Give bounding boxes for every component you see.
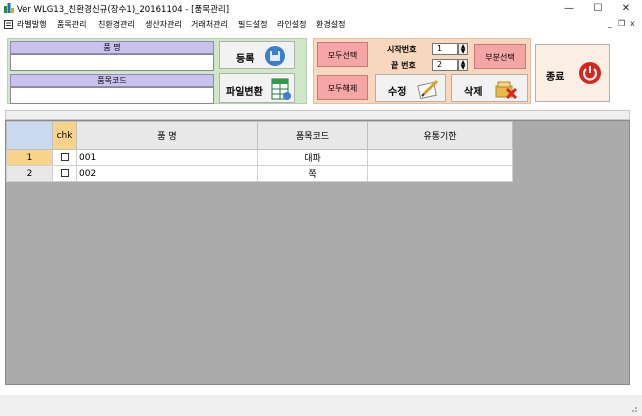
minimize-button[interactable]: — [555, 0, 583, 17]
edit-button[interactable]: 수정 [375, 74, 446, 102]
row-checkbox[interactable] [60, 169, 69, 177]
menu-item-producer[interactable]: 생산자관리 [145, 19, 182, 30]
row-number[interactable]: 2 [6, 165, 53, 182]
row-number[interactable]: 1 [6, 149, 53, 166]
product-code-label: 품목코드 [10, 74, 214, 87]
column-header-chk[interactable]: chk [52, 121, 77, 150]
row-code-cell[interactable]: 쪽 [257, 165, 368, 182]
app-icon [4, 3, 14, 13]
grid-corner[interactable] [6, 121, 53, 150]
window-title: Ver WLG13_친환경신규(장수1)_20161104 - [품목관리] [17, 5, 230, 15]
product-name-input[interactable] [10, 54, 214, 71]
product-code-input[interactable] [10, 87, 214, 104]
row-name-cell[interactable]: 001 [76, 149, 258, 166]
close-button[interactable]: ✕ [612, 0, 640, 17]
row-checkbox-cell[interactable] [52, 149, 77, 166]
edit-document-icon [417, 79, 439, 100]
menu-bar: 라벨발행 품목관리 친환경관리 생산자관리 거래처관리 필드설정 라인설정 환경… [0, 17, 642, 33]
start-number-input[interactable]: 1 [432, 43, 458, 55]
product-table: chk 품 명 품목코드 유통기한 1 001 대파 2 002 쪽 [6, 121, 513, 182]
row-name-cell[interactable]: 002 [76, 165, 258, 182]
separator-bar [5, 110, 630, 120]
menu-item-client[interactable]: 거래처관리 [191, 19, 228, 30]
exit-button[interactable]: 종료 [535, 44, 610, 102]
deselect-all-button[interactable]: 모두해제 [317, 75, 368, 100]
delete-button[interactable]: 삭제 [451, 74, 528, 102]
product-grid: chk 품 명 품목코드 유통기한 1 001 대파 2 002 쪽 [5, 120, 630, 385]
menu-item-field[interactable]: 필드설정 [238, 19, 267, 30]
table-row[interactable]: 2 002 쪽 [6, 165, 513, 182]
column-header-code[interactable]: 품목코드 [257, 121, 368, 150]
menu-item-label-print[interactable]: 라벨발행 [17, 19, 46, 30]
resize-grip-icon[interactable] [628, 403, 638, 413]
register-button[interactable]: 등록 [219, 41, 295, 69]
table-row[interactable]: 1 001 대파 [6, 149, 513, 166]
start-number-label: 시작번호 [387, 45, 417, 54]
file-convert-button[interactable]: 파일변환 [219, 73, 295, 103]
title-bar: Ver WLG13_친환경신규(장수1)_20161104 - [품목관리] —… [0, 0, 642, 17]
start-number-spinner[interactable]: ▲ ▼ [458, 43, 468, 55]
power-icon [579, 62, 601, 84]
column-header-name[interactable]: 품 명 [76, 121, 258, 150]
menu-item-eco[interactable]: 친환경관리 [98, 19, 135, 30]
document-icon [4, 20, 13, 29]
disk-icon [265, 46, 285, 66]
file-convert-button-label: 파일변환 [226, 87, 263, 98]
end-number-label: 끝 번호 [391, 61, 416, 70]
edit-button-label: 수정 [388, 87, 407, 98]
partial-select-button[interactable]: 부분선택 [474, 44, 526, 69]
status-bar [0, 395, 642, 416]
row-code-cell[interactable]: 대파 [257, 149, 368, 166]
row-checkbox[interactable] [60, 153, 69, 161]
maximize-button[interactable]: ☐ [584, 0, 612, 17]
column-header-expiry[interactable]: 유통기한 [367, 121, 513, 150]
end-number-spinner[interactable]: ▲ ▼ [458, 59, 468, 71]
end-number-input[interactable]: 2 [432, 59, 458, 71]
row-checkbox-cell[interactable] [52, 165, 77, 182]
row-expiry-cell[interactable] [367, 149, 513, 166]
menu-item-product[interactable]: 품목관리 [57, 19, 86, 30]
mdi-restore-button[interactable]: ❐ [618, 19, 625, 28]
row-expiry-cell[interactable] [367, 165, 513, 182]
exit-button-label: 종료 [546, 72, 565, 83]
delete-x-icon [495, 81, 518, 100]
menu-item-env[interactable]: 환경설정 [316, 19, 345, 30]
register-button-label: 등록 [236, 54, 255, 65]
mdi-minimize-button[interactable]: _ [608, 19, 612, 28]
delete-button-label: 삭제 [464, 87, 483, 98]
product-name-label: 품 명 [10, 41, 214, 54]
spreadsheet-icon [271, 78, 291, 100]
mdi-close-button[interactable]: x [630, 19, 635, 28]
select-all-button[interactable]: 모두선택 [317, 42, 368, 67]
menu-item-line[interactable]: 라인설정 [277, 19, 306, 30]
